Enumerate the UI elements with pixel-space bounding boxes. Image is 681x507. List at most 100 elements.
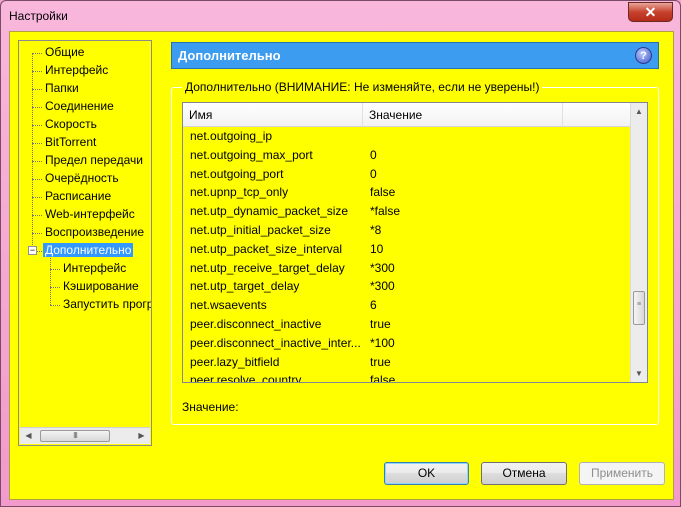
advanced-groupbox: Дополнительно (ВНИМАНИЕ: Не изменяйте, е… [171, 80, 659, 425]
tree-item[interactable]: Расписание [43, 188, 113, 205]
tree-item-label: BitTorrent [45, 135, 97, 149]
list-header: Имя Значение [183, 103, 631, 127]
tree-line [50, 251, 51, 305]
scroll-left-icon[interactable]: ◀ [20, 428, 37, 444]
tree-line [32, 125, 42, 126]
settings-tree[interactable]: Общие Интерфейс Папки Соединение Скорость Bit… [18, 40, 152, 446]
table-row[interactable]: net.upnp_tcp_only false [183, 183, 631, 202]
tree-item-label: Интерфейс [45, 63, 109, 77]
tree-line [32, 233, 42, 234]
cancel-button[interactable]: Отмена [481, 462, 567, 485]
setting-name: net.utp_packet_size_interval [190, 241, 343, 256]
value-label: Значение: [182, 400, 239, 414]
title-bar[interactable]: Настройки ✕ [1, 1, 680, 31]
setting-value: 0 [370, 147, 377, 162]
tree-item[interactable]: Интерфейс [61, 260, 128, 277]
table-row[interactable]: net.outgoing_port 0 [183, 165, 631, 184]
tree-horizontal-scrollbar[interactable]: ◀ III ▶ [20, 427, 150, 444]
tree-item[interactable]: Интерфейс [43, 62, 110, 79]
close-button[interactable]: ✕ [628, 2, 673, 22]
tree-item[interactable]: Предел передачи [43, 152, 145, 169]
setting-name: net.utp_target_delay [190, 279, 300, 294]
tree-line [50, 287, 60, 288]
tree-item[interactable]: BitTorrent [43, 134, 98, 151]
tree-line [32, 107, 42, 108]
tree-item[interactable]: Соединение [43, 98, 116, 115]
tree-line [32, 179, 42, 180]
tree-item[interactable]: Web-интерфейс [43, 206, 137, 223]
setting-name: peer.resolve_country [190, 373, 302, 383]
tree-line [50, 305, 60, 306]
scroll-up-icon[interactable]: ▲ [631, 103, 647, 120]
setting-value: true [370, 354, 391, 369]
setting-value: 6 [370, 298, 377, 313]
list-vertical-scrollbar[interactable]: ▲ ≡ ▼ [630, 103, 647, 382]
tree-line [32, 89, 42, 90]
table-row[interactable]: net.utp_receive_target_delay *300 [183, 259, 631, 278]
list-scroll-thumb[interactable]: ≡ [633, 291, 645, 325]
window-title: Настройки [9, 9, 68, 23]
table-row[interactable]: net.outgoing_ip [183, 127, 631, 146]
table-row[interactable]: peer.disconnect_inactive_inter... *100 [183, 334, 631, 353]
setting-value: false [370, 373, 396, 383]
setting-name: net.utp_dynamic_packet_size [190, 204, 349, 219]
column-header-value[interactable]: Значение [363, 103, 563, 127]
table-row[interactable]: peer.resolve_country false [183, 371, 631, 383]
tree-item-label: Общие [45, 45, 85, 59]
settings-window: Настройки ✕ Общие Интерфейс Папки Соединени… [0, 0, 681, 507]
table-row[interactable]: net.utp_initial_packet_size *8 [183, 221, 631, 240]
tree-item-label: Воспроизведение [45, 225, 145, 239]
column-header-name[interactable]: Имя [183, 103, 363, 127]
tree-item-label: Папки [45, 81, 79, 95]
setting-name: net.utp_initial_packet_size [190, 223, 331, 237]
table-row[interactable]: net.utp_packet_size_interval 10 [183, 240, 631, 259]
section-title: Дополнительно [178, 48, 281, 63]
table-row[interactable]: peer.disconnect_inactive true [183, 315, 631, 334]
setting-value: *8 [370, 223, 382, 237]
tree-line [32, 71, 42, 72]
table-row[interactable]: net.utp_dynamic_packet_size *false [183, 202, 631, 221]
help-icon[interactable]: ? [635, 47, 652, 64]
tree-item[interactable]: Дополнительно [43, 242, 134, 259]
setting-value: true [370, 317, 391, 331]
tree-line [32, 53, 42, 54]
advanced-settings-list[interactable]: Имя Значение net.outgoing_ip net.outgoing… [182, 102, 648, 383]
ok-button[interactable]: OK [384, 462, 469, 485]
tree-item[interactable]: Скорость [43, 116, 99, 133]
setting-name: net.outgoing_max_port [190, 147, 313, 162]
tree-item-label: Скорость [45, 117, 97, 131]
setting-name: net.wsaevents [190, 298, 267, 313]
collapse-icon[interactable]: − [28, 246, 37, 255]
close-icon: ✕ [644, 3, 657, 20]
scroll-down-icon[interactable]: ▼ [631, 365, 647, 382]
tree-scroll-thumb[interactable]: III [40, 430, 110, 442]
setting-value: *false [370, 204, 401, 219]
setting-name: net.outgoing_port [190, 166, 284, 181]
tree-item-label: Кэширование [63, 279, 139, 293]
tree-item[interactable]: Запустить прогр [61, 296, 152, 313]
table-row[interactable]: net.utp_target_delay *300 [183, 277, 631, 296]
setting-value: *300 [370, 279, 395, 294]
tree-item-label: Дополнительно [43, 243, 134, 257]
apply-button[interactable]: Применить [579, 462, 665, 485]
tree-item-label: Расписание [45, 189, 112, 203]
tree-item-label: Интерфейс [63, 261, 127, 275]
setting-name: peer.disconnect_inactive [190, 317, 322, 331]
setting-value: false [370, 185, 396, 200]
setting-name: net.utp_receive_target_delay [190, 260, 345, 275]
tree-line [32, 53, 33, 251]
tree-item[interactable]: Воспроизведение [43, 224, 146, 241]
setting-value: 0 [370, 166, 377, 181]
tree-item-label: Запустить прогр [63, 297, 152, 311]
table-row[interactable]: peer.lazy_bitfield true [183, 353, 631, 372]
tree-item[interactable]: Очерёдность [43, 170, 121, 187]
dialog-client-area: Общие Интерфейс Папки Соединение Скорость Bit… [9, 31, 674, 500]
tree-item[interactable]: Общие [43, 44, 86, 61]
tree-line [32, 215, 42, 216]
table-row[interactable]: net.wsaevents 6 [183, 296, 631, 315]
tree-line [32, 161, 42, 162]
table-row[interactable]: net.outgoing_max_port 0 [183, 146, 631, 165]
tree-item[interactable]: Кэширование [61, 278, 141, 295]
scroll-right-icon[interactable]: ▶ [133, 428, 150, 444]
tree-item[interactable]: Папки [43, 80, 81, 97]
